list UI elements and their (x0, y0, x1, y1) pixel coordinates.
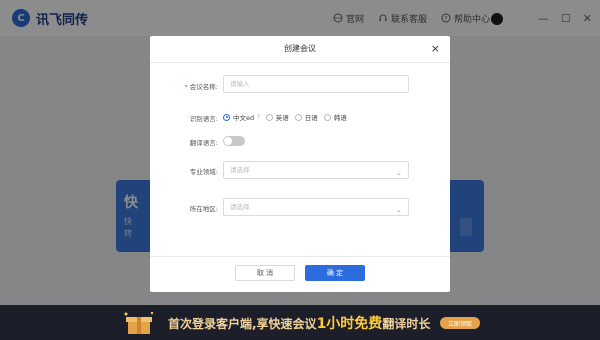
radio-english[interactable]: 英语 (265, 112, 289, 122)
field-select[interactable]: 请选择 ⌄ (223, 161, 409, 179)
radio-chinese[interactable]: 中文ed? (223, 112, 260, 122)
promo-text-before: 首次登录客户端,享快速会议 (168, 317, 317, 331)
meeting-name-input[interactable]: 请输入 (223, 75, 409, 93)
radio-dot (323, 113, 331, 121)
radio-dot (265, 113, 273, 121)
field-placeholder: 请选择 (230, 166, 250, 174)
translate-label: 翻译语言: (189, 139, 218, 147)
radio-korean[interactable]: 韩语 (323, 112, 347, 122)
region-label: 所在地区: (189, 205, 218, 213)
region-select[interactable]: 请选择 ⌄ (223, 198, 409, 216)
field-label: 专业领域: (189, 168, 218, 176)
footer-divider (150, 256, 450, 257)
meeting-name-label: * 会议名称: (150, 81, 218, 91)
promo-highlight: 1小时免费 (316, 316, 383, 332)
radio-dot-selected (223, 113, 230, 121)
confirm-button[interactable]: 确 定 (305, 265, 365, 281)
meeting-name-label-text: 会议名称: (189, 83, 218, 91)
gift-icon (124, 311, 154, 334)
chevron-down-icon: ⌄ (396, 206, 402, 214)
header-divider (150, 62, 450, 63)
radio-dot (294, 113, 302, 121)
radio-chinese-label: 中文ed (233, 114, 255, 122)
meeting-name-placeholder: 请输入 (230, 80, 250, 88)
create-meeting-dialog: 创建会议 × * 会议名称: 请输入 识别语言: 中文ed? 英语 日语 韩语 翻… (150, 36, 450, 292)
required-mark: * (184, 83, 188, 91)
cancel-button[interactable]: 取 消 (235, 265, 295, 281)
promo-text-after: 翻译时长 (382, 317, 431, 331)
radio-japanese[interactable]: 日语 (294, 112, 318, 122)
translate-toggle[interactable] (223, 136, 245, 146)
chevron-down-icon: ⌄ (396, 169, 402, 177)
region-placeholder: 请选择 (230, 203, 250, 211)
radio-english-label: 英语 (275, 114, 289, 122)
close-icon[interactable]: × (431, 43, 440, 54)
dialog-title: 创建会议 (284, 44, 316, 53)
help-icon[interactable]: ? (257, 114, 260, 120)
language-radio-group: 中文ed? 英语 日语 韩语 (223, 112, 347, 122)
toggle-knob (224, 137, 232, 145)
promo-text: 首次登录客户端,享快速会议1小时免费翻译时长 (168, 313, 430, 333)
radio-korean-label: 韩语 (333, 114, 347, 122)
claim-now-button[interactable]: 立即领取 (440, 317, 480, 329)
radio-japanese-label: 日语 (304, 114, 318, 122)
language-label: 识别语言: (189, 115, 218, 123)
